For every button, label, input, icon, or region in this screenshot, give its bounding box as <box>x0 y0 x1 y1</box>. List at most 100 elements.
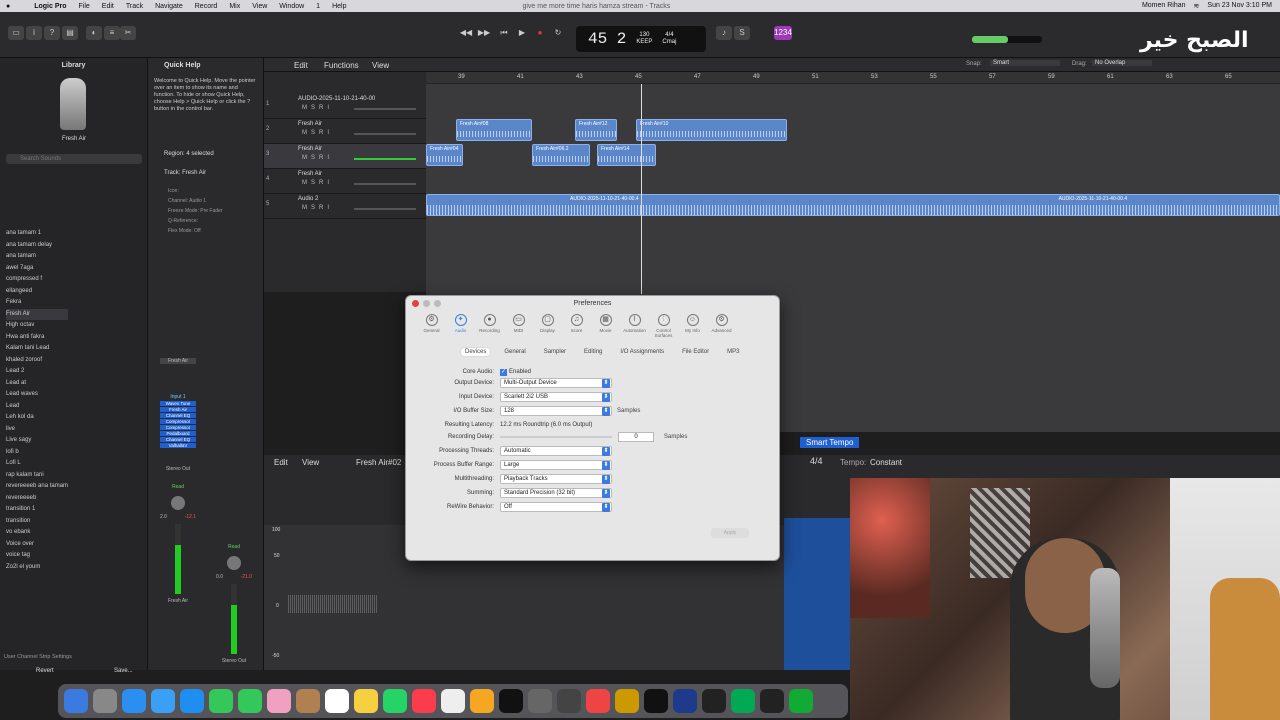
master-volume-slider[interactable] <box>972 36 1042 43</box>
menu-mix[interactable]: Mix <box>229 3 240 10</box>
pref-category-score[interactable]: ♫ Score <box>565 314 588 338</box>
library-item[interactable]: revereeeeb ana tamam <box>6 481 68 493</box>
selected-region-area[interactable] <box>784 518 854 670</box>
safari-icon[interactable] <box>122 689 146 713</box>
track-header[interactable]: 1 AUDIO-2025-11-10-21-40-00 MSRI <box>264 94 426 119</box>
snap-select[interactable]: Smart <box>990 60 1060 66</box>
track-inspector-header[interactable]: Track: Fresh Air <box>164 170 206 176</box>
input-device-select[interactable]: Scarlett 2i2 USB <box>500 392 612 402</box>
library-item[interactable]: ana tamam <box>6 251 68 263</box>
library-item[interactable]: Zo2l el youm <box>6 562 68 574</box>
rewind-icon[interactable]: ◀◀ <box>458 26 474 40</box>
menu-view[interactable]: View <box>252 3 267 10</box>
user-name[interactable]: Momen Rihan <box>1142 2 1186 10</box>
editor-edit-menu[interactable]: Edit <box>274 458 288 467</box>
track-msr-buttons[interactable]: MSRI <box>302 155 333 161</box>
track-name[interactable]: Fresh Air <box>298 121 322 127</box>
library-item[interactable]: Hwa anti fakra <box>6 332 68 344</box>
tempo-mode-select[interactable]: Constant <box>870 458 902 467</box>
processing-threads-select[interactable]: Automatic <box>500 446 612 456</box>
recording-delay-stepper[interactable]: 0 <box>618 432 654 442</box>
library-item[interactable]: Kalam tani Lead <box>6 343 68 355</box>
pan-knob[interactable] <box>227 556 241 570</box>
audio-region[interactable]: Fresh Air#06.2 <box>532 144 590 166</box>
apple-icon[interactable]: ● <box>6 3 10 10</box>
mixer-icon[interactable]: ≡ <box>104 26 120 40</box>
subtab-mp3[interactable]: MP3 <box>723 348 743 356</box>
track-volume-fader[interactable] <box>354 183 416 185</box>
pref-category-midi[interactable]: ▭ MIDI <box>507 314 530 338</box>
editors-icon[interactable]: ✂ <box>120 26 136 40</box>
drag-select[interactable]: No Overlap <box>1092 60 1152 66</box>
mail-icon[interactable] <box>151 689 175 713</box>
multithreading-select[interactable]: Playback Tracks <box>500 474 612 484</box>
track-volume-fader[interactable] <box>354 108 416 110</box>
count-in-icon[interactable]: 1234 <box>774 26 792 40</box>
menu-track[interactable]: Track <box>126 3 143 10</box>
clock[interactable]: Sun 23 Nov 3:10 PM <box>1207 2 1272 10</box>
library-item[interactable]: rap kalam tani <box>6 470 68 482</box>
strip-a-setting[interactable]: Fresh Air <box>160 358 196 364</box>
buffer-size-select[interactable]: 128 <box>500 406 612 416</box>
output-device-select[interactable]: Multi-Output Device <box>500 378 612 388</box>
go-to-start-icon[interactable]: ⏮ <box>496 26 512 40</box>
automation-mode[interactable]: Read <box>160 484 196 490</box>
app-icon[interactable] <box>789 689 813 713</box>
plugin-slot[interactable]: Waves Tune <box>160 401 196 406</box>
toolbar-icon[interactable]: ▤ <box>62 26 78 40</box>
library-item[interactable]: Leh kol da <box>6 412 68 424</box>
track-header[interactable]: 4 Fresh Air MSRI <box>264 169 426 194</box>
audio-region[interactable]: Fresh Air#12 <box>575 119 617 141</box>
strip-output[interactable]: Stereo Out <box>160 466 196 472</box>
pref-category-recording[interactable]: ● Recording <box>478 314 501 338</box>
chrome-icon[interactable] <box>586 689 610 713</box>
library-search-input[interactable]: Search Sounds <box>6 154 142 164</box>
library-item[interactable]: khaled zoroof <box>6 355 68 367</box>
pref-category-general[interactable]: ⚙ General <box>420 314 443 338</box>
info-icon[interactable]: i <box>26 26 42 40</box>
audio-region[interactable]: Fresh Air#04 <box>426 144 463 166</box>
zoom-icon[interactable] <box>434 300 441 307</box>
logic-pro-icon[interactable] <box>499 689 523 713</box>
audio-region[interactable]: Fresh Air#14 <box>597 144 656 166</box>
close-icon[interactable] <box>412 300 419 307</box>
menu-1[interactable]: 1 <box>316 3 320 10</box>
track-name[interactable]: Fresh Air <box>298 171 322 177</box>
smart-tempo-tab[interactable]: Smart Tempo <box>800 437 860 448</box>
buffer-range-select[interactable]: Large <box>500 460 612 470</box>
library-item[interactable]: Lead <box>6 401 68 413</box>
play-icon[interactable]: ▶ <box>514 26 530 40</box>
track-header[interactable]: 2 Fresh Air MSRI <box>264 119 426 144</box>
recording-delay-slider[interactable] <box>500 436 612 438</box>
music-icon[interactable] <box>412 689 436 713</box>
subtab-io-assignments[interactable]: I/O Assignments <box>616 348 668 356</box>
automation-mode[interactable]: Read <box>216 544 252 550</box>
contacts-icon[interactable] <box>296 689 320 713</box>
library-item[interactable]: Lead waves <box>6 389 68 401</box>
whatsapp-icon[interactable] <box>383 689 407 713</box>
plugin-slot[interactable]: Channel EQ <box>160 437 196 442</box>
summing-select[interactable]: Standard Precision (32 bit) <box>500 488 612 498</box>
track-header[interactable]: 5 Audio 2 MSRI <box>264 194 426 219</box>
menu-window[interactable]: Window <box>279 3 304 10</box>
tracks-view-menu[interactable]: View <box>372 61 389 70</box>
tracks-edit-menu[interactable]: Edit <box>294 61 308 70</box>
library-item[interactable]: awel 7aga <box>6 263 68 275</box>
pref-category-movie[interactable]: ▦ Movie <box>594 314 617 338</box>
pref-category-automation[interactable]: ⌇ Automation <box>623 314 646 338</box>
tracks-functions-menu[interactable]: Functions <box>324 61 359 70</box>
plugin-slot[interactable]: Compressor <box>160 425 196 430</box>
user-channel-strip-settings[interactable]: User Channel Strip Settings <box>4 654 72 660</box>
library-item[interactable]: transition <box>6 516 68 528</box>
system-settings-icon[interactable] <box>528 689 552 713</box>
pan-knob[interactable] <box>171 496 185 510</box>
quick-help-icon[interactable]: ? <box>44 26 60 40</box>
library-item[interactable]: revereeeeb <box>6 493 68 505</box>
strip-input[interactable]: Input 1 <box>160 394 196 400</box>
utility-icon[interactable] <box>557 689 581 713</box>
audio-region[interactable]: Fresh Air#08 <box>456 119 532 141</box>
subtab-devices[interactable]: Devices <box>461 348 491 356</box>
library-item[interactable]: transition 1 <box>6 504 68 516</box>
plugin-slot[interactable]: Pedalboard <box>160 431 196 436</box>
lcd-display[interactable]: 45 2 130 KEEP 4/4 Cmaj <box>576 26 706 52</box>
